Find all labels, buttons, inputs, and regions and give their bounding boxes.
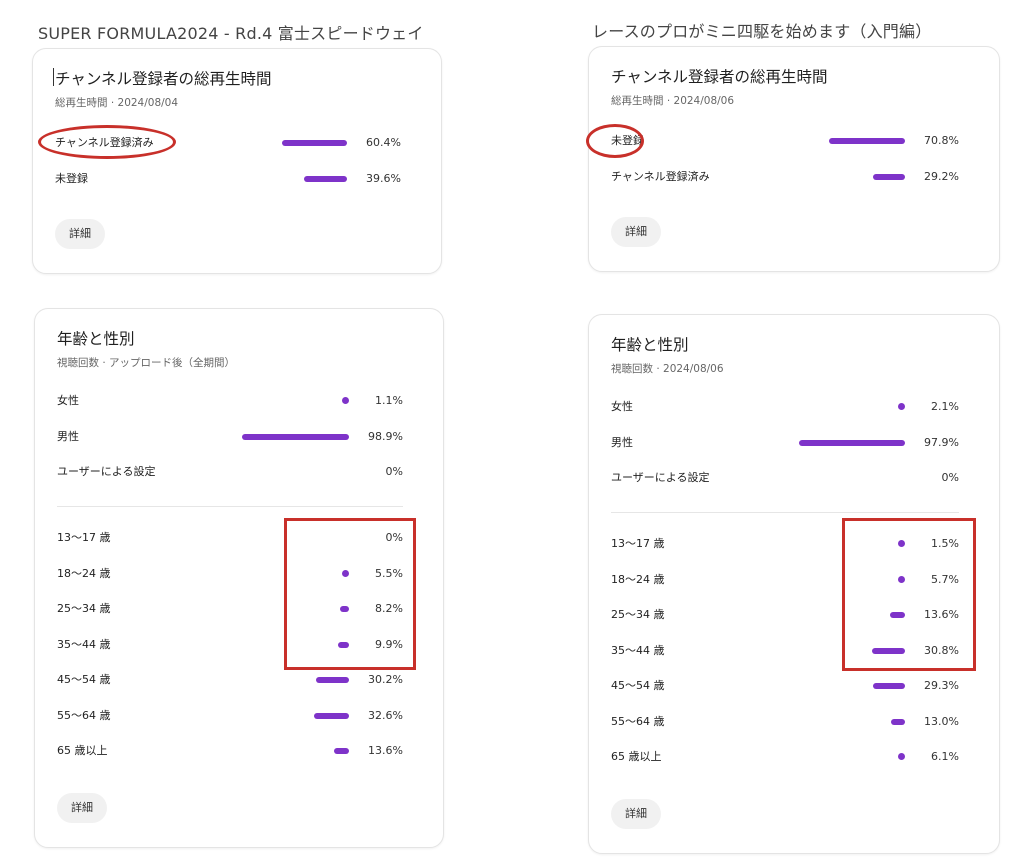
highlight-ellipse [586,124,644,158]
card-title: 年齢と性別 [57,330,135,348]
subscriber-watch-time-card-right: チャンネル登録者の総再生時間 総再生時間 · 2024/08/06 詳細 未登録… [588,46,1000,272]
metric-percent: 0% [941,471,959,484]
highlight-box [284,518,416,670]
metric-bar [873,683,905,689]
metric-label: 25〜34 歳 [57,602,111,615]
video-title-right: レースのプロがミニ四駆を始めます（入門編） [592,22,932,41]
metric-percent: 6.1% [931,750,959,763]
highlight-box [842,518,976,671]
metric-label: 65 歳以上 [57,744,108,757]
metric-bar [799,439,905,446]
details-button[interactable]: 詳細 [611,217,661,247]
highlight-ellipse [38,125,176,159]
metric-bar [873,174,905,180]
card-title: 年齢と性別 [611,336,689,354]
video-title-left: SUPER FORMULA2024 - Rd.4 富士スピードウェイ [38,24,424,43]
metric-percent: 60.4% [366,136,401,149]
metric-label: 13〜17 歳 [611,537,665,550]
metric-row: 男性 98.9% [57,427,403,447]
metric-row: 女性 2.1% [611,397,959,417]
metric-percent: 39.6% [366,172,401,185]
metric-row: チャンネル登録済み 29.2% [611,167,959,187]
card-title: チャンネル登録者の総再生時間 [55,70,272,88]
divider [57,506,403,507]
metric-label: チャンネル登録済み [611,170,710,183]
metric-percent: 70.8% [924,134,959,147]
metric-percent: 0% [385,465,403,478]
metric-row: 男性 97.9% [611,433,959,453]
metric-label: 13〜17 歳 [57,531,111,544]
metric-dot [898,753,905,760]
metric-row: 45〜54 歳 30.2% [57,670,403,690]
card-title: チャンネル登録者の総再生時間 [611,68,828,86]
metric-bar [316,677,349,683]
metric-row: ユーザーによる設定 0% [57,462,403,482]
metric-percent: 29.2% [924,170,959,183]
metric-bar [891,718,905,725]
metric-row: 女性 1.1% [57,391,403,411]
metric-label: 未登録 [55,172,88,185]
metric-label: 女性 [57,394,79,407]
metric-label: ユーザーによる設定 [611,471,710,484]
metric-row: 未登録 39.6% [55,169,401,189]
metric-percent: 2.1% [931,400,959,413]
metric-label: 35〜44 歳 [57,637,111,651]
metric-percent: 30.2% [368,673,403,686]
metric-label: 男性 [57,429,79,443]
card-subtitle: 総再生時間 · 2024/08/04 [55,97,179,109]
metric-percent: 1.1% [375,394,403,407]
metric-bar [242,433,349,440]
metric-bar [282,140,347,146]
details-button[interactable]: 詳細 [55,219,105,249]
text-cursor [53,68,54,86]
metric-label: 45〜54 歳 [57,673,111,686]
metric-label: 18〜24 歳 [57,566,111,580]
metric-label: 18〜24 歳 [611,572,665,586]
metric-label: 55〜64 歳 [57,708,111,722]
metric-dot [898,403,905,410]
metric-row: 未登録 70.8% [611,131,959,151]
metric-bar [829,138,905,144]
metric-label: 女性 [611,400,633,413]
metric-percent: 29.3% [924,679,959,692]
divider [611,512,959,513]
metric-row: 65 歳以上 6.1% [611,747,959,767]
metric-percent: 32.6% [368,708,403,722]
metric-label: 55〜64 歳 [611,714,665,728]
metric-bar [304,176,347,182]
metric-label: 男性 [611,435,633,449]
card-subtitle: 視聴回数 · 2024/08/06 [611,363,724,375]
metric-percent: 13.6% [368,744,403,757]
details-button[interactable]: 詳細 [57,793,107,823]
metric-percent: 98.9% [368,429,403,443]
metric-bar [314,712,349,719]
metric-row: 65 歳以上 13.6% [57,741,403,761]
metric-dot [342,397,349,404]
metric-label: 65 歳以上 [611,750,662,763]
metric-row: ユーザーによる設定 0% [611,468,959,488]
metric-row: 55〜64 歳 32.6% [57,706,403,726]
metric-label: 35〜44 歳 [611,643,665,657]
subscriber-watch-time-card-left: チャンネル登録者の総再生時間 総再生時間 · 2024/08/04 詳細 チャン… [32,48,442,274]
metric-percent: 13.0% [924,714,959,728]
metric-label: 25〜34 歳 [611,608,665,621]
card-subtitle: 総再生時間 · 2024/08/06 [611,95,735,107]
details-button[interactable]: 詳細 [611,799,661,829]
metric-row: 45〜54 歳 29.3% [611,676,959,696]
metric-label: 45〜54 歳 [611,679,665,692]
metric-row: 55〜64 歳 13.0% [611,712,959,732]
metric-percent: 97.9% [924,435,959,449]
metric-bar [334,748,349,754]
card-subtitle: 視聴回数 · アップロード後（全期間） [57,357,236,369]
metric-label: ユーザーによる設定 [57,465,156,478]
